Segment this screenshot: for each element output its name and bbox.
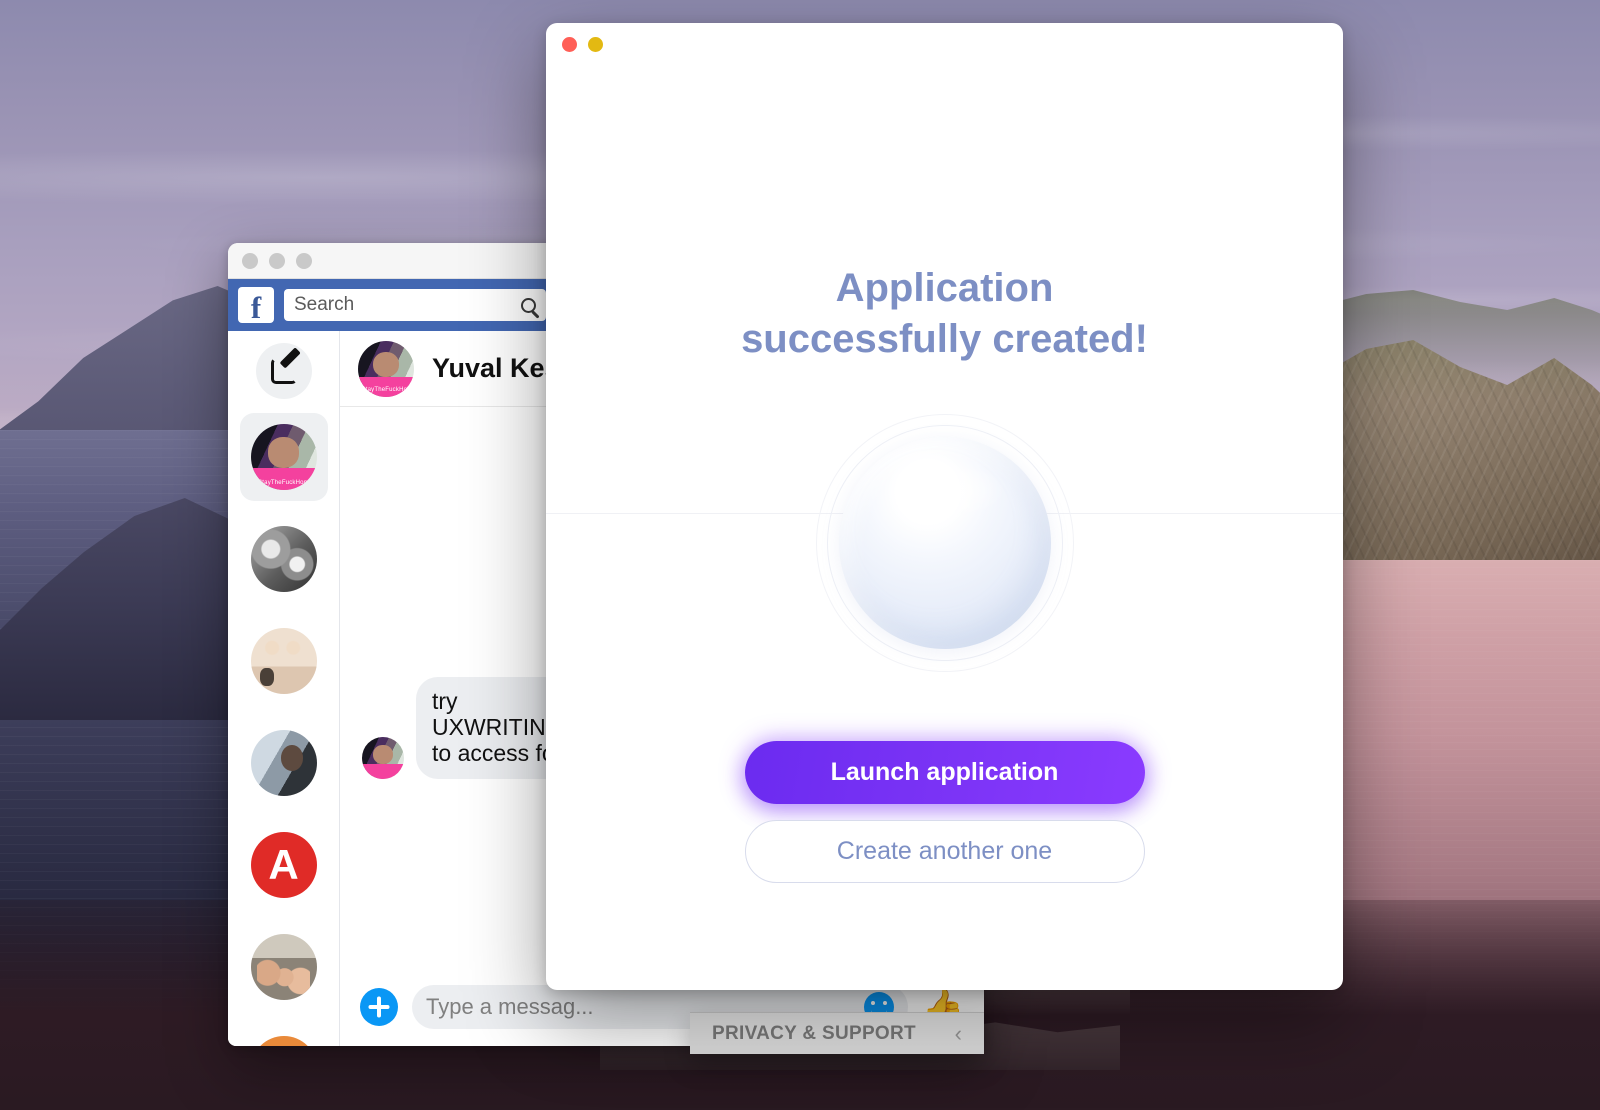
minimize-button[interactable] (269, 252, 285, 269)
minimize-button[interactable] (588, 36, 603, 52)
rail-item-2[interactable] (240, 515, 328, 603)
pencil-icon (270, 358, 297, 384)
contact-avatar: #StayTheFuckHome (250, 424, 317, 490)
privacy-support-bar[interactable]: PRIVACY & SUPPORT ‹ (690, 1012, 984, 1054)
zoom-button[interactable] (296, 252, 312, 269)
app-titlebar[interactable] (546, 23, 1343, 65)
application-created-window[interactable]: Application successfully created! Launch… (546, 23, 1343, 990)
avatar-badge-label: #StayTheFuckHome (254, 480, 313, 487)
orb-sphere (838, 437, 1051, 650)
search-placeholder: Search (294, 294, 355, 315)
plus-icon[interactable] (360, 988, 398, 1026)
page-title: Application successfully created! (741, 266, 1148, 362)
launch-application-button[interactable]: Launch application (744, 741, 1145, 805)
contact-avatar (250, 1036, 317, 1046)
contact-avatar (250, 526, 317, 592)
search-input[interactable]: Search (284, 289, 546, 321)
close-button[interactable] (562, 36, 577, 52)
rail-item-5[interactable]: A (240, 821, 328, 909)
rail-item-4[interactable] (240, 719, 328, 807)
app-traffic-lights[interactable] (562, 36, 603, 52)
rail-item-3[interactable] (240, 617, 328, 705)
conversation-rail[interactable]: #StayTheFuckHome A (228, 331, 340, 1046)
action-buttons: Launch application Create another one (744, 741, 1145, 884)
rail-item-yuval[interactable]: #StayTheFuckHome (239, 413, 328, 501)
create-another-button[interactable]: Create another one (744, 820, 1145, 884)
conversation-avatar: #StayTheFuckHome (358, 340, 414, 397)
contact-avatar (250, 934, 317, 1000)
orb-illustration (815, 413, 1075, 673)
avatar-badge-label: #StayTheFuckHome (358, 387, 414, 394)
facebook-logo-icon[interactable]: f (238, 287, 274, 323)
contact-avatar-letter: A (250, 832, 317, 898)
contact-avatar (250, 730, 317, 796)
messenger-traffic-lights[interactable] (242, 252, 312, 269)
privacy-support-label: PRIVACY & SUPPORT (712, 1022, 916, 1044)
desktop: A Fa f Search #StayTheFuckHome (0, 0, 1600, 1110)
chevron-left-icon[interactable]: ‹ (955, 1021, 962, 1047)
compose-icon[interactable] (255, 343, 312, 399)
rail-item-7[interactable] (240, 1025, 328, 1046)
search-icon[interactable] (521, 297, 536, 313)
app-content: Application successfully created! Launch… (546, 65, 1343, 990)
contact-avatar (250, 628, 317, 694)
message-avatar (362, 736, 404, 779)
close-button[interactable] (242, 252, 258, 269)
rail-item-6[interactable] (240, 923, 328, 1011)
